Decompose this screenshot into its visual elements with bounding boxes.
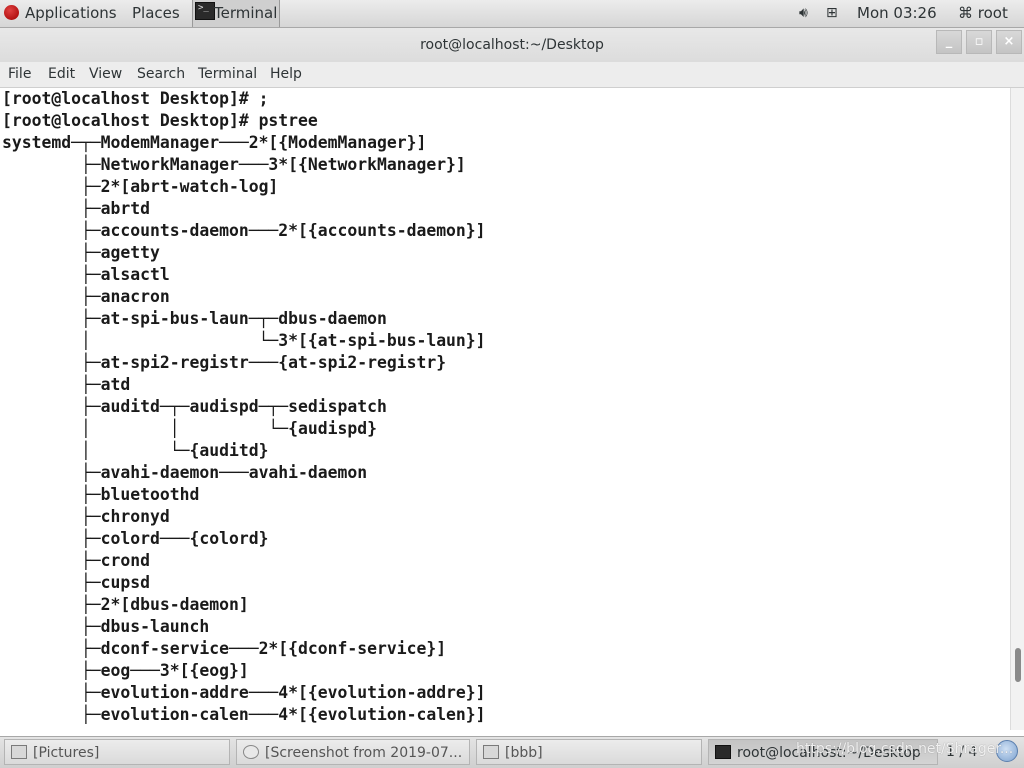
terminal-line: ├─colord───{colord} xyxy=(2,529,269,548)
terminal-line: ├─abrtd xyxy=(2,199,151,218)
terminal-line: ├─NetworkManager───3*[{NetworkManager}] xyxy=(2,155,466,174)
applications-menu[interactable]: Applications xyxy=(4,0,117,27)
terminal-line: │ │ └─{audispd} xyxy=(2,419,377,438)
watermark: https://blog.csdn.net/Shrager... xyxy=(796,741,1014,757)
places-menu[interactable]: Places xyxy=(132,0,180,27)
terminal-line: │ └─3*[{at-spi-bus-laun}] xyxy=(2,331,486,350)
minimize-button[interactable]: _ xyxy=(936,30,962,54)
menu-view[interactable]: View xyxy=(89,62,122,87)
terminal-line: ├─dconf-service───2*[{dconf-service}] xyxy=(2,639,447,658)
top-panel: Applications Places >_ Terminal 🔊︎ ⊞ Mon… xyxy=(0,0,1024,28)
task-pictures[interactable]: [Pictures] xyxy=(4,739,230,765)
menu-help[interactable]: Help xyxy=(270,62,302,87)
terminal-line: systemd─┬─ModemManager───2*[{ModemManage… xyxy=(2,133,427,152)
terminal-line: ├─eog───3*[{eog}] xyxy=(2,661,249,680)
menu-file[interactable]: File xyxy=(8,62,31,87)
terminal-line: ├─auditd─┬─audispd─┬─sedispatch xyxy=(2,397,387,416)
task-label: [bbb] xyxy=(505,745,543,761)
network-icon[interactable]: ⊞ xyxy=(826,0,838,27)
terminal-line: ├─at-spi-bus-laun─┬─dbus-daemon xyxy=(2,309,387,328)
terminal-line: ├─alsactl xyxy=(2,265,170,284)
window-title: root@localhost:~/Desktop xyxy=(420,37,604,53)
clock[interactable]: Mon 03:26 xyxy=(857,0,937,27)
terminal-line: ├─avahi-daemon───avahi-daemon xyxy=(2,463,368,482)
user-name: root xyxy=(977,4,1008,22)
terminal-line: ├─agetty xyxy=(2,243,160,262)
screenshot-icon xyxy=(243,745,259,759)
terminal-line: ├─dbus-launch xyxy=(2,617,210,636)
terminal-line: ├─evolution-addre───4*[{evolution-addre}… xyxy=(2,683,486,702)
terminal-line: ├─cupsd xyxy=(2,573,151,592)
terminal-icon xyxy=(715,745,731,759)
terminal-output[interactable]: [root@localhost Desktop]# ; [root@localh… xyxy=(0,88,1010,730)
menu-search[interactable]: Search xyxy=(137,62,185,87)
terminal-line: ├─bluetoothd xyxy=(2,485,200,504)
terminal-icon: >_ xyxy=(195,2,215,20)
terminal-line: ├─atd xyxy=(2,375,131,394)
scrollbar-thumb[interactable] xyxy=(1015,648,1021,682)
active-app-label: Terminal xyxy=(214,4,278,22)
active-app-button[interactable]: >_ Terminal xyxy=(192,0,280,27)
menu-bar: File Edit View Search Terminal Help xyxy=(0,62,1024,88)
terminal-line: ├─2*[abrt-watch-log] xyxy=(2,177,279,196)
task-bbb[interactable]: [bbb] xyxy=(476,739,702,765)
applications-label: Applications xyxy=(25,4,117,22)
terminal-line: ├─2*[dbus-daemon] xyxy=(2,595,249,614)
close-button[interactable]: × xyxy=(996,30,1022,54)
terminal-line: ├─at-spi2-registr───{at-spi2-registr} xyxy=(2,353,447,372)
menu-edit[interactable]: Edit xyxy=(48,62,75,87)
user-menu[interactable]: ⌘ root xyxy=(958,0,1008,27)
folder-icon xyxy=(483,745,499,759)
task-label: [Pictures] xyxy=(33,745,100,761)
terminal-line: ├─chronyd xyxy=(2,507,170,526)
terminal-scrollbar[interactable] xyxy=(1010,88,1024,730)
folder-icon xyxy=(11,745,27,759)
maximize-button[interactable]: ▫ xyxy=(966,30,992,54)
menu-terminal[interactable]: Terminal xyxy=(198,62,257,87)
user-icon: ⌘ xyxy=(958,4,978,22)
terminal-line: ├─crond xyxy=(2,551,151,570)
terminal-line: ├─accounts-daemon───2*[{accounts-daemon}… xyxy=(2,221,486,240)
terminal-line: ├─evolution-calen───4*[{evolution-calen}… xyxy=(2,705,486,724)
volume-icon[interactable]: 🔊︎ xyxy=(799,0,808,27)
terminal-line: [root@localhost Desktop]# ; xyxy=(2,89,269,108)
redhat-logo-icon xyxy=(4,5,19,20)
task-screenshot[interactable]: [Screenshot from 2019-07... xyxy=(236,739,470,765)
terminal-line: ├─anacron xyxy=(2,287,170,306)
task-label: [Screenshot from 2019-07... xyxy=(265,745,463,761)
terminal-line: │ └─{auditd} xyxy=(2,441,269,460)
terminal-line: [root@localhost Desktop]# pstree xyxy=(2,111,318,130)
window-titlebar[interactable]: root@localhost:~/Desktop _ ▫ × xyxy=(0,28,1024,62)
